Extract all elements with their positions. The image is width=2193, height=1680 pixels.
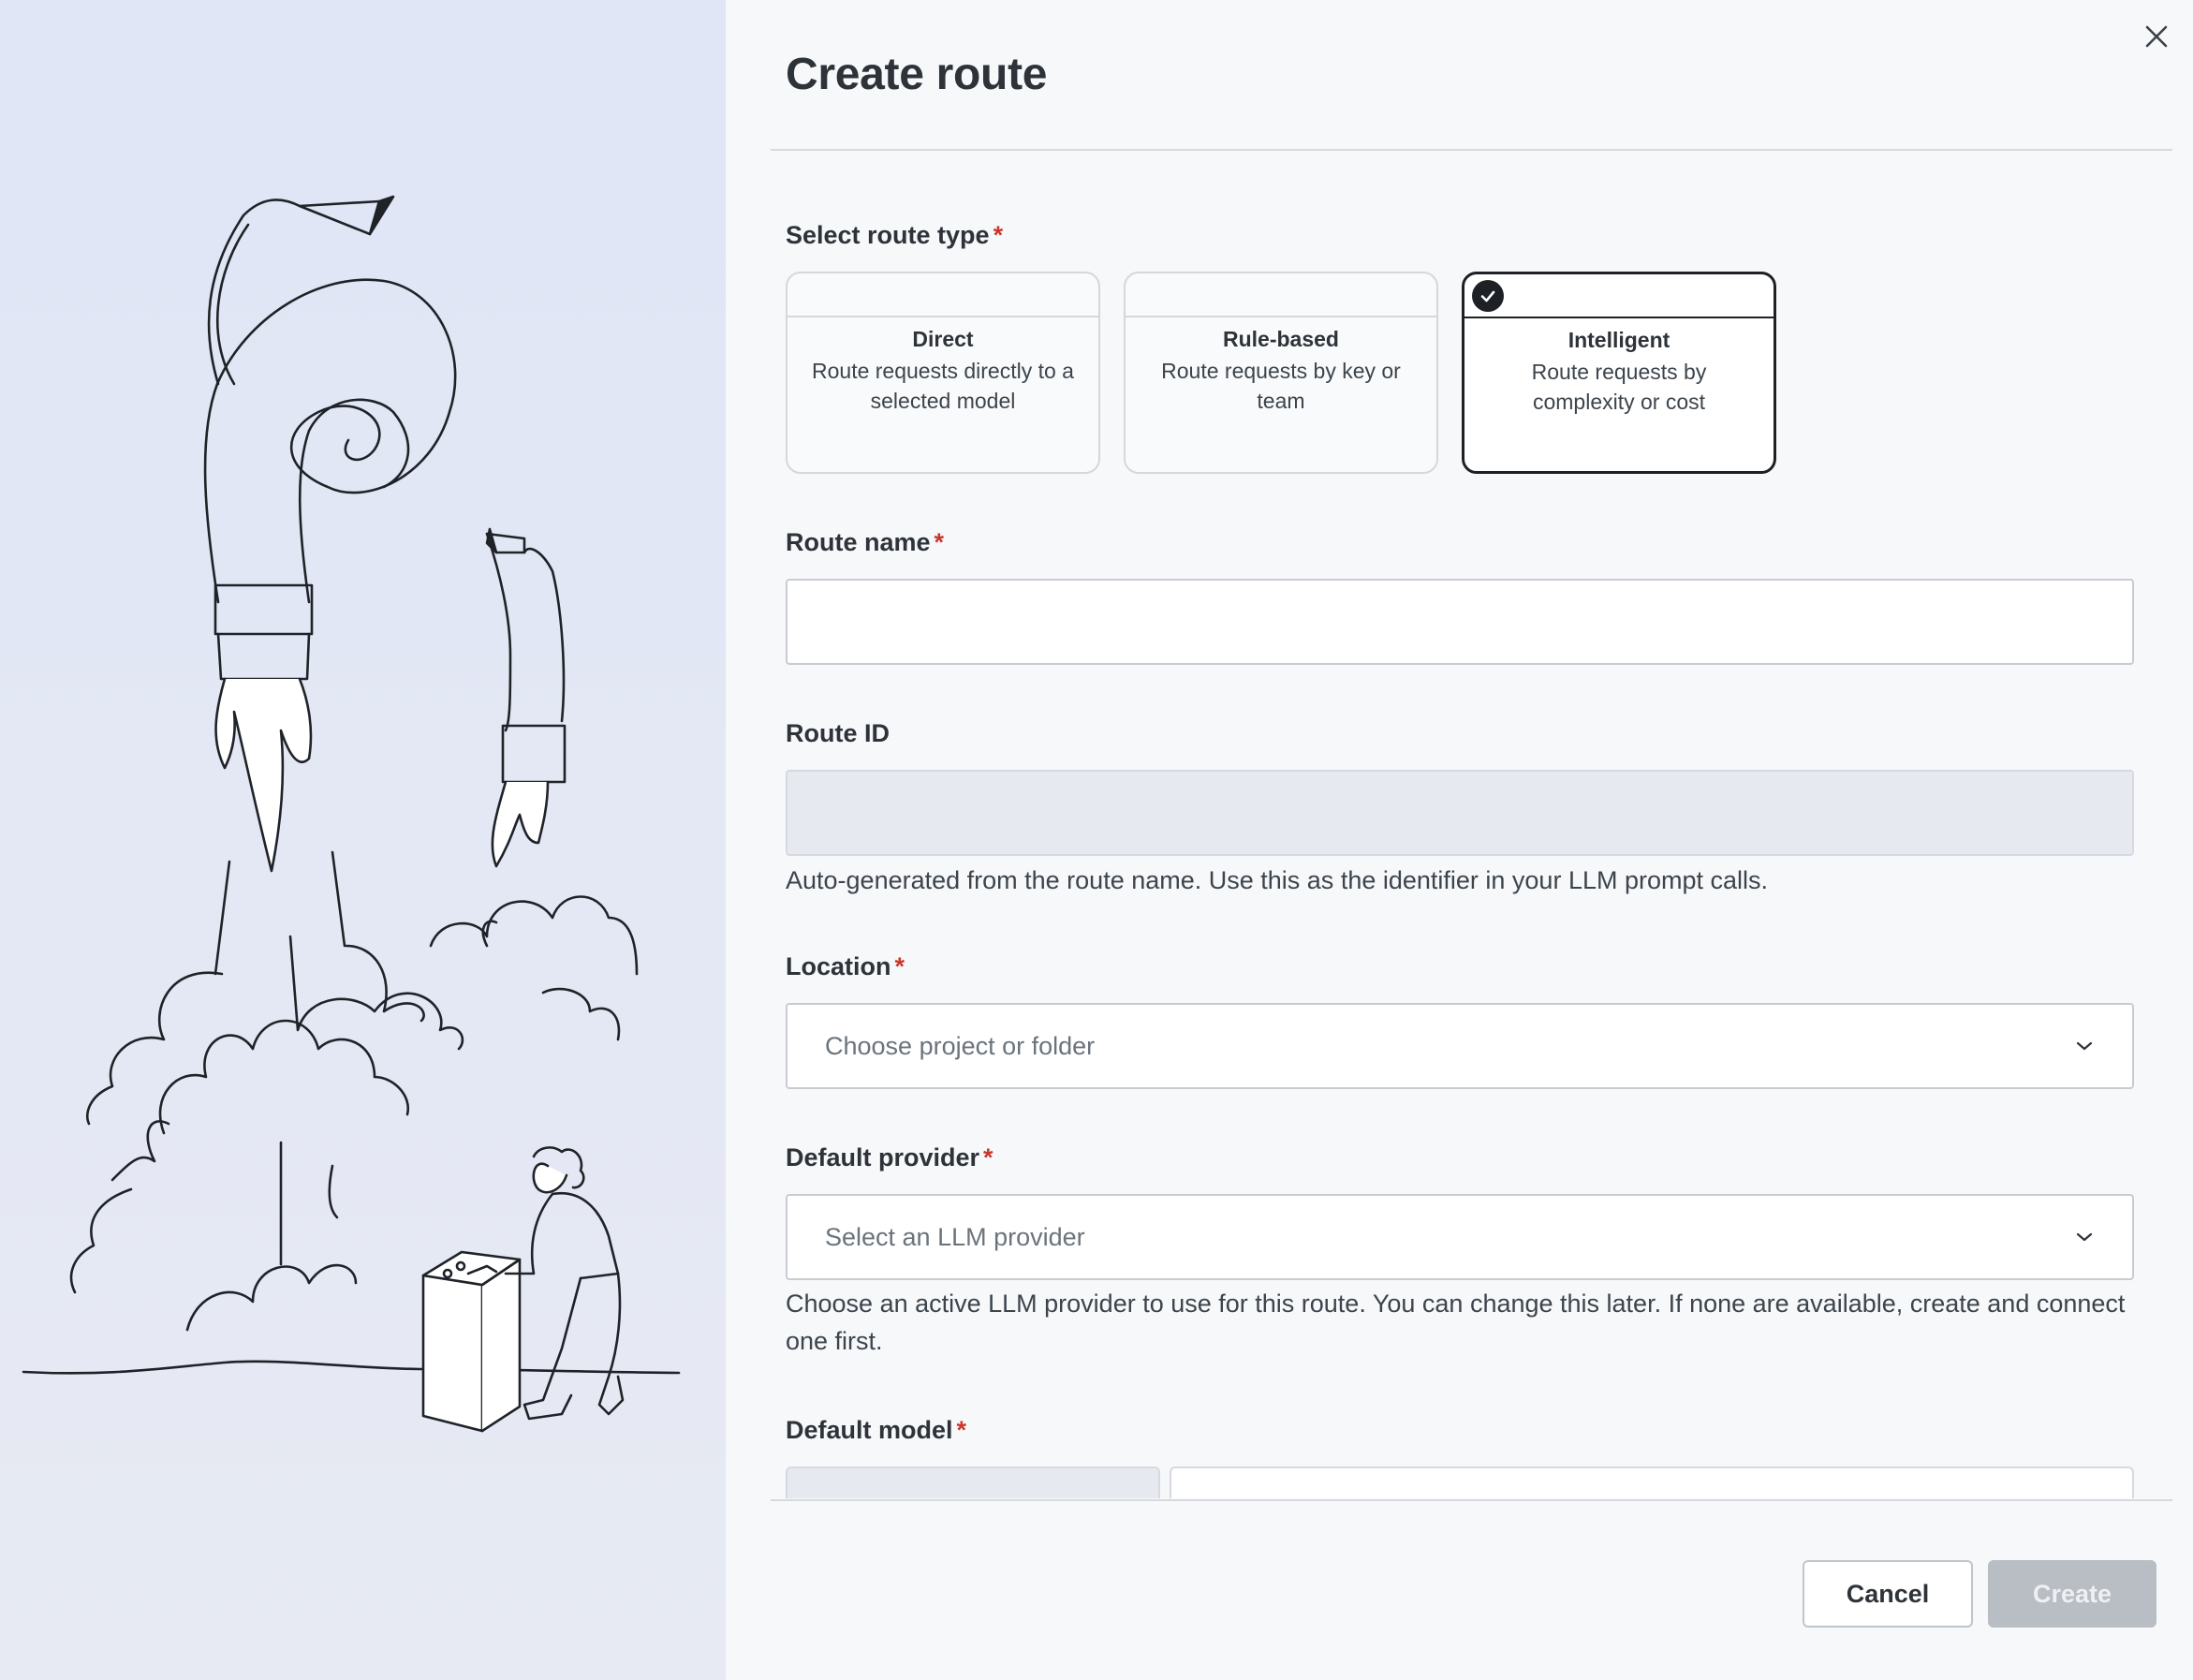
illustration-drawing — [22, 195, 681, 1433]
default-model-label-text: Default model — [786, 1416, 953, 1444]
route-id-label: Route ID — [786, 719, 890, 747]
required-mark: * — [934, 528, 945, 556]
footer-actions: Cancel Create — [1803, 1560, 2156, 1628]
route-type-name: Intelligent — [1567, 328, 1671, 352]
route-type-description: Route requests by complexity or cost — [1531, 360, 1707, 414]
route-name-label: Route name * — [786, 528, 944, 557]
card-header — [1126, 273, 1436, 317]
location-select[interactable]: Choose project or folder — [786, 1003, 2134, 1089]
route-type-name: Direct — [912, 327, 974, 351]
footer-divider — [771, 1499, 2172, 1501]
route-name-input[interactable] — [786, 579, 2134, 665]
route-type-intelligent[interactable]: Intelligent Route requests by complexity… — [1462, 272, 1776, 474]
default-model-provider-field — [786, 1466, 1160, 1498]
checkmark-glyph — [1480, 290, 1495, 302]
location-label-text: Location — [786, 952, 891, 980]
route-id-input — [786, 770, 2134, 856]
create-route-panel: Create route Select route type * Direct R… — [726, 0, 2193, 1680]
card-header — [1464, 274, 1774, 318]
page-title: Create route — [786, 50, 1048, 99]
route-name-label-text: Route name — [786, 528, 931, 556]
rocket-pencils-illustration — [0, 0, 726, 1680]
default-model-label: Default model * — [786, 1416, 966, 1445]
required-mark: * — [894, 952, 905, 980]
location-placeholder: Choose project or folder — [825, 1031, 1096, 1060]
header-divider — [771, 149, 2172, 151]
cancel-button[interactable]: Cancel — [1803, 1560, 1973, 1628]
default-model-select[interactable] — [1170, 1466, 2134, 1498]
check-circle-icon — [1472, 280, 1504, 312]
route-type-description: Route requests by key or team — [1161, 359, 1401, 413]
location-label: Location * — [786, 952, 905, 981]
default-provider-label: Default provider * — [786, 1143, 993, 1172]
card-header — [787, 273, 1098, 317]
route-type-rule-based[interactable]: Rule-based Route requests by key or team — [1124, 272, 1438, 474]
default-provider-select[interactable]: Select an LLM provider — [786, 1194, 2134, 1280]
create-button[interactable]: Create — [1988, 1560, 2156, 1628]
route-type-name: Rule-based — [1223, 327, 1339, 351]
required-mark: * — [993, 221, 1004, 249]
default-provider-label-text: Default provider — [786, 1143, 980, 1172]
chevron-down-icon — [2074, 1227, 2095, 1247]
required-mark: * — [956, 1416, 967, 1444]
route-type-direct[interactable]: Direct Route requests directly to a sele… — [786, 272, 1100, 474]
form-scroll-area[interactable]: Select route type * Direct Route requests… — [786, 152, 2134, 1498]
route-type-options: Direct Route requests directly to a sele… — [786, 272, 1776, 474]
route-type-label-text: Select route type — [786, 221, 990, 249]
default-model-row — [786, 1466, 2134, 1498]
chevron-down-icon — [2074, 1036, 2095, 1056]
route-id-helper: Auto-generated from the route name. Use … — [786, 866, 1769, 894]
default-provider-helper: Choose an active LLM provider to use for… — [786, 1289, 2126, 1355]
close-button[interactable] — [2141, 21, 2172, 52]
create-route-dialog: Create route Select route type * Direct R… — [0, 0, 2193, 1680]
required-mark: * — [983, 1143, 993, 1172]
close-icon — [2145, 25, 2168, 48]
route-type-label: Select route type * — [786, 221, 1003, 250]
route-type-description: Route requests directly to a selected mo… — [812, 359, 1074, 413]
default-provider-placeholder: Select an LLM provider — [825, 1222, 1085, 1251]
